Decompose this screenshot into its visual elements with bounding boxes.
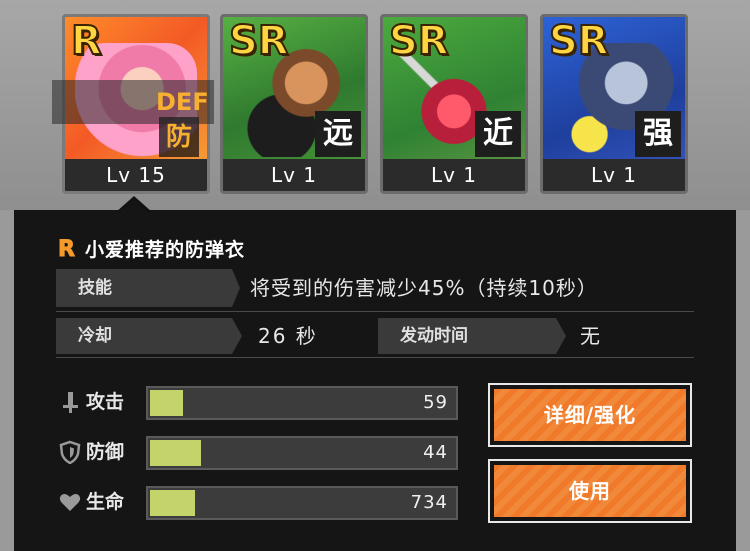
stat-row-attack: 攻击 59 [56, 384, 466, 420]
item-name: 小爱推荐的防弹衣 [84, 238, 245, 261]
cooldown-value: 26 秒 [258, 324, 318, 348]
sword-icon [58, 390, 82, 414]
detail-enhance-button[interactable]: 详细/强化 [488, 383, 692, 447]
selection-pointer-inner [119, 200, 149, 213]
card-item-ranged[interactable]: SR 远 Lv 1 [220, 14, 368, 194]
stat-label-attack: 攻击 [86, 391, 125, 413]
item-title: R 小爱推荐的防弹衣 [58, 236, 245, 264]
equipped-banner: DEF [52, 80, 214, 124]
stat-row-defense: 防御 44 [56, 434, 466, 470]
stat-fill-attack [150, 390, 183, 416]
card-level-label: Lv 1 [543, 159, 685, 191]
card-rarity-badge: SR [228, 18, 290, 64]
card-level-label: Lv 1 [223, 159, 365, 191]
stat-fill-defense [150, 440, 202, 466]
card-item-melee[interactable]: SR 近 Lv 1 [380, 14, 528, 194]
activation-time-value: 无 [580, 324, 600, 348]
stat-label-defense: 防御 [86, 441, 125, 463]
stat-row-health: 生命 734 [56, 484, 466, 520]
cooldown-row: 冷却 26 秒 发动时间 无 [56, 318, 694, 356]
stat-fill-health [150, 490, 196, 516]
card-type-badge: 强 [635, 111, 681, 157]
heart-icon [58, 490, 82, 514]
stat-bar-attack: 59 [146, 386, 458, 420]
use-button-label: 使用 [494, 465, 686, 517]
skill-label: 技能 [56, 269, 240, 307]
stat-value-attack: 59 [423, 392, 448, 413]
card-rarity-badge: SR [388, 18, 450, 64]
card-rarity-badge: R [70, 18, 103, 64]
stat-value-defense: 44 [423, 442, 448, 463]
card-rarity-badge: SR [548, 18, 610, 64]
activation-time-label: 发动时间 [378, 318, 566, 354]
stat-label-health: 生命 [86, 491, 125, 513]
shield-icon [58, 440, 82, 465]
card-item-enhance[interactable]: SR 强 Lv 1 [540, 14, 688, 194]
skill-description: 将受到的伤害减少45%（持续10秒） [250, 276, 598, 300]
card-type-badge: 远 [315, 111, 361, 157]
detail-enhance-button-label: 详细/强化 [494, 389, 686, 441]
stat-bar-defense: 44 [146, 436, 458, 470]
card-level-label: Lv 15 [65, 159, 207, 191]
item-rarity: R [58, 237, 76, 262]
card-type-badge: 近 [475, 111, 521, 157]
stat-bar-health: 734 [146, 486, 458, 520]
divider [56, 311, 694, 312]
cooldown-label: 冷却 [56, 318, 242, 354]
card-level-label: Lv 1 [383, 159, 525, 191]
stat-value-health: 734 [410, 492, 448, 513]
use-button[interactable]: 使用 [488, 459, 692, 523]
skill-row: 技能 将受到的伤害减少45%（持续10秒） [56, 269, 694, 307]
divider [56, 357, 694, 358]
